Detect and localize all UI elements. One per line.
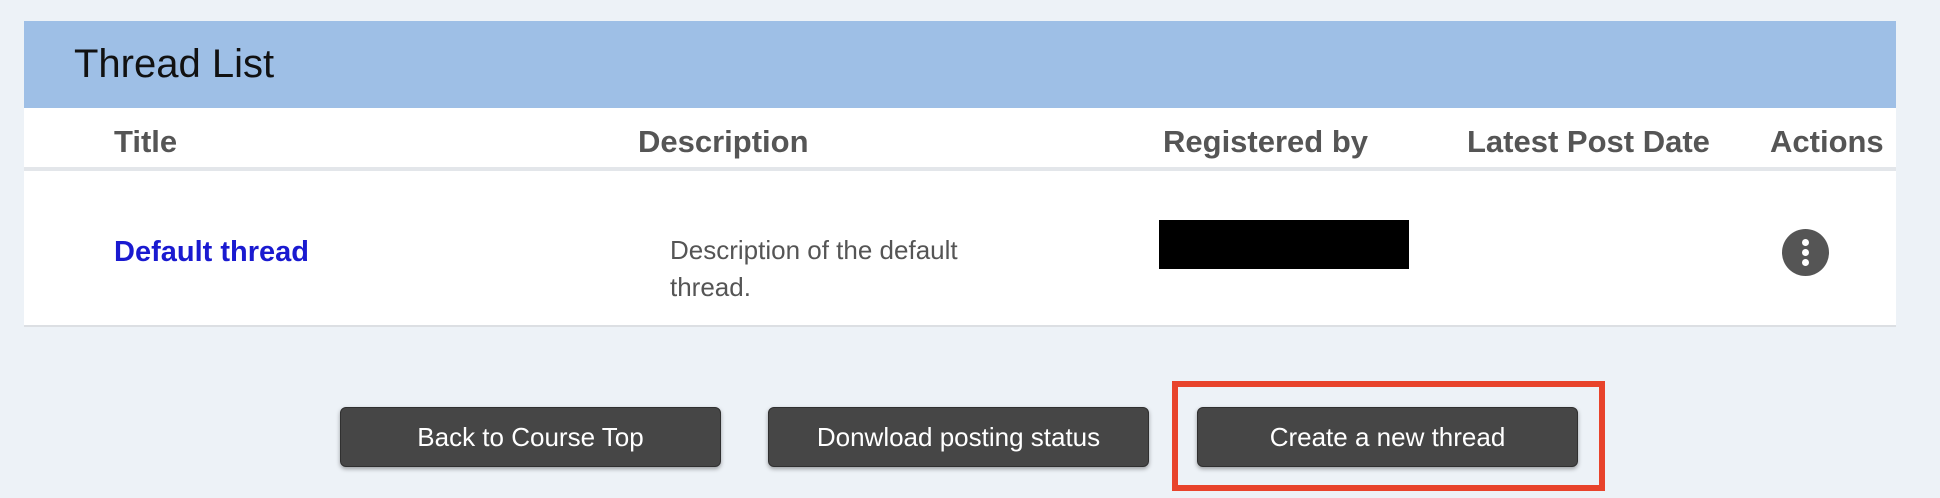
thread-title-link[interactable]: Default thread [114,232,309,272]
thread-description: Description of the default thread. [670,235,958,302]
back-to-course-top-button[interactable]: Back to Course Top [340,407,721,467]
download-posting-status-button[interactable]: Donwload posting status [768,407,1149,467]
panel-header: Thread List [24,21,1896,108]
column-header-registered-by: Registered by [1163,124,1369,159]
header-divider [24,167,1896,171]
page-title: Thread List [74,42,275,86]
more-vertical-icon[interactable] [1782,229,1829,276]
column-header-latest-post-date: Latest Post Date [1467,124,1710,159]
column-header-title: Title [114,124,178,159]
create-new-thread-button[interactable]: Create a new thread [1197,407,1578,467]
column-header-actions: Actions [1770,124,1884,159]
registered-by-redacted [1159,220,1409,269]
thread-list-panel: Thread List Title Description Registered… [24,21,1896,327]
column-header-description: Description [638,124,809,159]
